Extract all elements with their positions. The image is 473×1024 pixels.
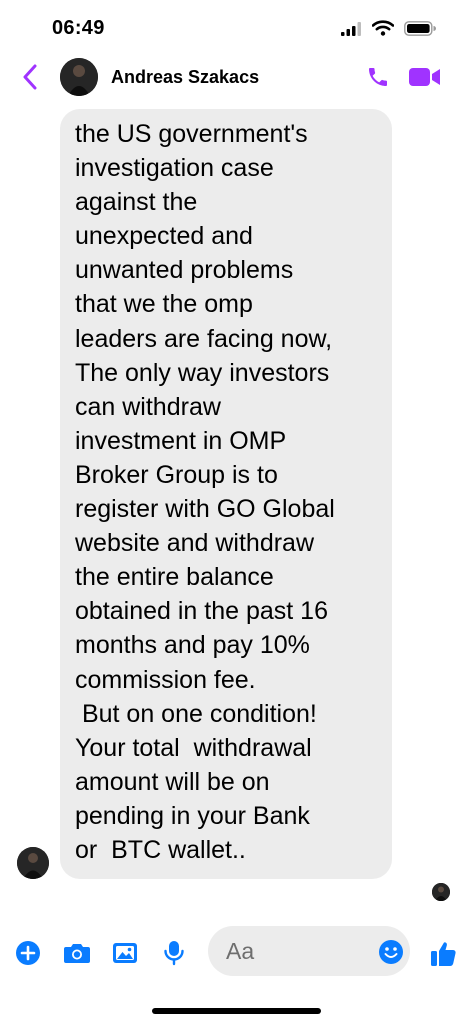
cellular-signal-icon <box>341 22 361 36</box>
sender-avatar[interactable] <box>17 847 49 879</box>
message-text: the US government's investigation case a… <box>75 120 335 864</box>
composer-bar: Aa <box>0 920 473 990</box>
home-indicator <box>152 1008 321 1014</box>
thumbs-up-icon[interactable] <box>429 940 457 968</box>
status-time: 06:49 <box>52 17 105 39</box>
message-bubble[interactable]: the US government's investigation case a… <box>60 109 392 879</box>
message-input[interactable]: Aa <box>208 926 410 976</box>
wifi-icon <box>372 20 394 36</box>
camera-icon[interactable] <box>63 940 91 966</box>
call-icon[interactable] <box>366 65 390 89</box>
plus-icon[interactable] <box>15 940 41 966</box>
status-bar: 06:49 <box>0 0 473 52</box>
contact-name[interactable]: Andreas Szakacs <box>111 67 259 88</box>
back-chevron-icon[interactable] <box>22 64 38 90</box>
conversation-header: Andreas Szakacs <box>0 52 473 104</box>
contact-avatar[interactable] <box>60 58 98 96</box>
gallery-icon[interactable] <box>112 940 138 966</box>
battery-icon <box>404 21 436 36</box>
message-input-placeholder: Aa <box>226 938 255 964</box>
video-call-icon[interactable] <box>409 66 441 88</box>
seen-receipt-avatar <box>432 883 450 901</box>
emoji-icon[interactable] <box>378 939 404 965</box>
microphone-icon[interactable] <box>162 940 186 966</box>
